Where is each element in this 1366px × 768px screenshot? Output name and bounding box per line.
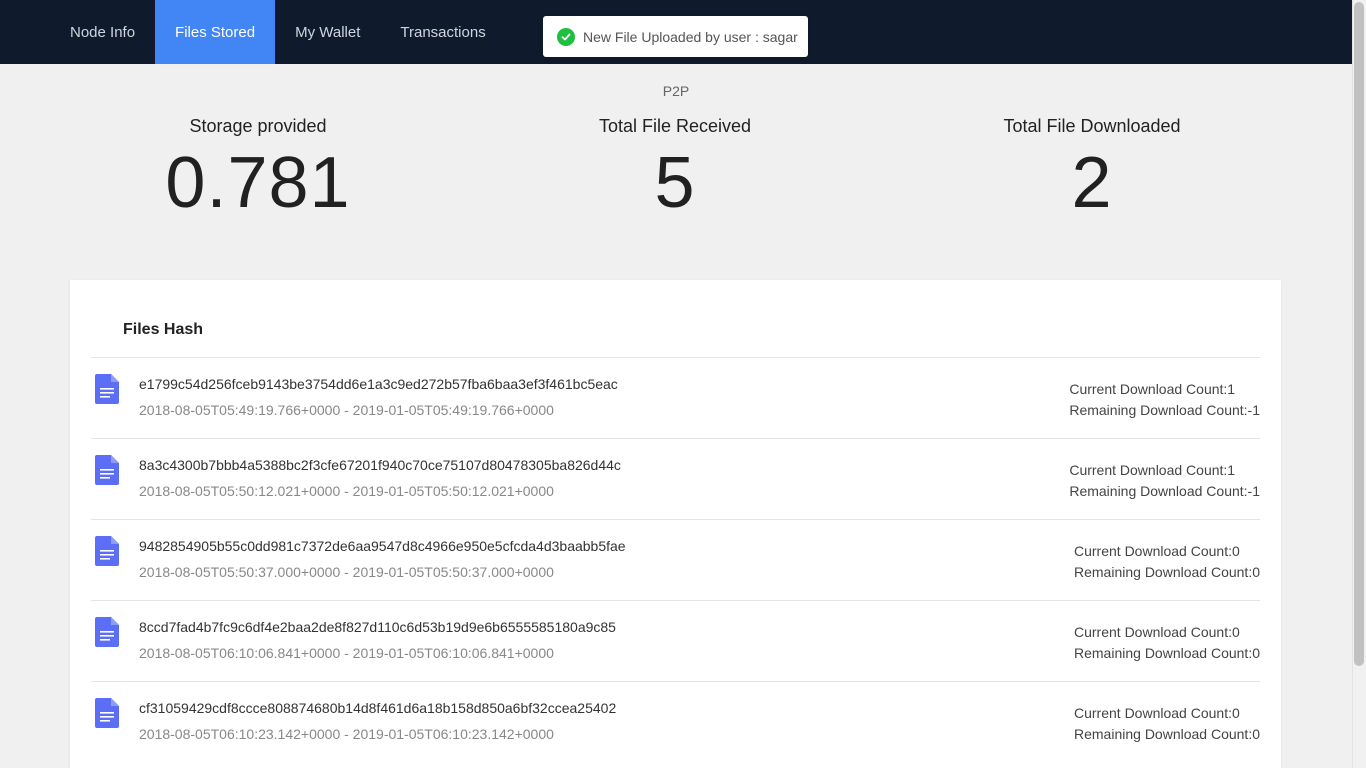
file-validity-dates: 2018-08-05T05:49:19.766+0000 - 2019-01-0… [139,402,554,418]
document-icon [95,536,119,566]
current-download-count: Current Download Count:0 [1074,624,1240,640]
tab-transactions[interactable]: Transactions [380,0,505,64]
scrollbar-thumb[interactable] [1354,2,1364,666]
current-download-count: Current Download Count:0 [1074,705,1240,721]
current-download-count: Current Download Count:1 [1069,381,1236,397]
toast-message: New File Uploaded by user : sagar [583,28,798,45]
current-download-count: Current Download Count:1 [1069,462,1236,478]
file-hash: cf31059429cdf8ccce808874680b14d8f461d6a1… [139,700,617,716]
tab-my-wallet[interactable]: My Wallet [275,0,380,64]
remaining-download-count: Remaining Download Count:0 [1074,564,1260,580]
stat-total-file-received: Total File Received 5 [475,116,875,219]
file-download-counts: Current Download Count:1 Remaining Downl… [1069,460,1260,502]
stat-value: 5 [654,143,696,223]
file-hash: 8ccd7fad4b7fc9c6df4e2baa2de8f827d110c6d5… [139,619,616,635]
document-icon [95,617,119,647]
file-download-counts: Current Download Count:0 Remaining Downl… [1074,703,1260,745]
tab-node-info[interactable]: Node Info [50,0,155,64]
stat-label: Total File Received [598,116,752,136]
remaining-download-count: Remaining Download Count:0 [1074,645,1260,661]
file-validity-dates: 2018-08-05T06:10:23.142+0000 - 2019-01-0… [139,726,554,742]
tab-files-stored[interactable]: Files Stored [155,0,276,64]
document-icon [95,698,119,728]
file-validity-dates: 2018-08-05T05:50:37.000+0000 - 2019-01-0… [139,564,554,580]
stat-value: 0.781 [165,143,351,223]
current-download-count: Current Download Count:0 [1074,543,1240,559]
remaining-download-count: Remaining Download Count:-1 [1069,483,1260,499]
file-validity-dates: 2018-08-05T05:50:12.021+0000 - 2019-01-0… [139,483,554,499]
file-download-counts: Current Download Count:0 Remaining Downl… [1074,622,1260,664]
document-icon [95,374,119,404]
file-validity-dates: 2018-08-05T06:10:06.841+0000 - 2019-01-0… [139,645,554,661]
stat-value: 2 [1071,143,1113,223]
stat-total-file-downloaded: Total File Downloaded 2 [892,116,1292,219]
document-icon [95,455,119,485]
file-list-item[interactable]: cf31059429cdf8ccce808874680b14d8f461d6a1… [91,681,1260,762]
file-hash: e1799c54d256fceb9143be3754dd6e1a3c9ed272… [139,376,618,392]
page-subtitle: P2P [662,83,690,99]
file-download-counts: Current Download Count:0 Remaining Downl… [1074,541,1260,583]
file-hash: 9482854905b55c0dd981c7372de6aa9547d8c496… [139,538,626,554]
files-hash-card: Files Hash e1799c54d256fceb9143be3754dd6… [70,280,1281,768]
page-scrollbar[interactable] [1352,0,1366,768]
stat-label: Total File Downloaded [1003,116,1181,136]
upload-notification-toast[interactable]: New File Uploaded by user : sagar [543,16,808,57]
file-hash: 8a3c4300b7bbb4a5388bc2f3cfe67201f940c70c… [139,457,621,473]
card-title: Files Hash [123,321,204,338]
file-list-item[interactable]: e1799c54d256fceb9143be3754dd6e1a3c9ed272… [91,357,1260,438]
file-list-item[interactable]: 9482854905b55c0dd981c7372de6aa9547d8c496… [91,519,1260,600]
stat-storage-provided: Storage provided 0.781 [58,116,458,219]
file-download-counts: Current Download Count:1 Remaining Downl… [1069,379,1260,421]
stat-label: Storage provided [189,116,327,136]
remaining-download-count: Remaining Download Count:0 [1074,726,1260,742]
remaining-download-count: Remaining Download Count:-1 [1069,402,1260,418]
file-list-item[interactable]: 8a3c4300b7bbb4a5388bc2f3cfe67201f940c70c… [91,438,1260,519]
file-list-item[interactable]: 8ccd7fad4b7fc9c6df4e2baa2de8f827d110c6d5… [91,600,1260,681]
check-circle-icon [557,27,575,46]
